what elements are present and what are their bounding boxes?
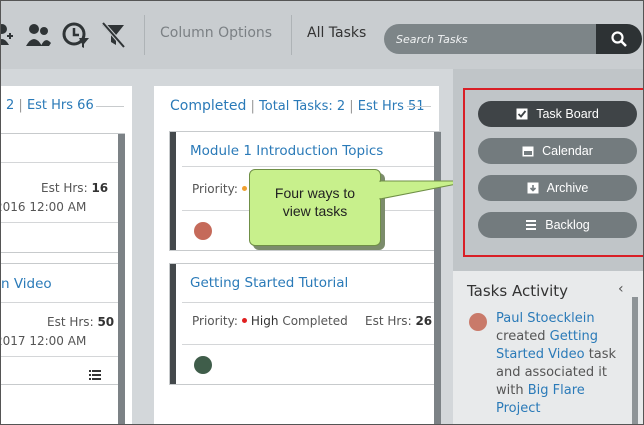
callout-line: Four ways to: [274, 185, 356, 201]
toolbar-divider: [144, 15, 145, 55]
header-divider: [96, 106, 124, 107]
card-title[interactable]: Module 1 Introduction Topics: [190, 143, 383, 159]
column-est-hours: Est Hrs 66: [26, 98, 94, 113]
activity-entry: Paul Stoecklein created Getting Started …: [496, 310, 626, 418]
card-divider: [1, 222, 124, 223]
card-est-hours: Est Hrs: 16: [41, 181, 109, 195]
card-due-date: 2016 12:00 AM: [0, 200, 87, 214]
card-title[interactable]: Getting Started Tutorial: [190, 275, 348, 291]
card-divider: [1, 302, 124, 303]
avatar[interactable]: [469, 313, 487, 331]
callout-line: view tasks: [282, 203, 348, 219]
view-button-archive[interactable]: Archive: [478, 175, 637, 201]
card-divider: [182, 344, 440, 345]
column-total-tasks: Total Tasks: 2: [259, 99, 346, 114]
search-input[interactable]: [384, 24, 596, 54]
search-icon: [611, 31, 627, 47]
column-options-button[interactable]: Column Options: [160, 25, 272, 41]
backlog-icon: [525, 214, 537, 240]
column-title: Completed: [170, 98, 247, 114]
team-icon[interactable]: [25, 21, 51, 49]
card-status: Completed: [282, 314, 348, 328]
task-card[interactable]: Getting Started Tutorial Priority: High C…: [170, 264, 440, 384]
card-divider: [182, 302, 440, 303]
calendar-icon: [522, 140, 534, 166]
view-button-label: Archive: [546, 181, 589, 195]
task-card[interactable]: n Video Est Hrs: 50 2017 12:00 AM: [0, 264, 124, 384]
column-scrollbar[interactable]: [118, 134, 125, 424]
task-board: 2 | Est Hrs 66 Est Hrs: 16 2016 12:00 AM…: [0, 69, 453, 424]
priority-dot: [241, 186, 247, 191]
avatar[interactable]: [194, 356, 212, 374]
header-divider: [407, 106, 431, 107]
all-tasks-dropdown[interactable]: All Tasks: [307, 25, 366, 41]
column-header: Completed | Total Tasks: 2 | Est Hrs 51: [170, 98, 425, 114]
toolbar-divider: [291, 15, 292, 55]
tasks-activity-panel: Tasks Activity ‹ Paul Stoecklein created…: [453, 271, 643, 424]
view-button-label: Calendar: [542, 144, 593, 158]
view-button-calendar[interactable]: Calendar: [478, 138, 637, 164]
card-est-hours: Est Hrs: 26: [365, 314, 433, 328]
view-button-label: Task Board: [536, 107, 599, 121]
card-priority: Priority:: [192, 182, 251, 196]
task-card[interactable]: Est Hrs: 16 2016 12:00 AM: [0, 134, 124, 252]
card-est-hours: Est Hrs: 50: [47, 315, 115, 329]
search-box: [384, 24, 642, 54]
activity-scrollbar[interactable]: [632, 297, 638, 424]
clear-filter-icon[interactable]: [99, 21, 126, 49]
priority-dot: [241, 318, 247, 323]
top-toolbar: Column Options All Tasks: [1, 1, 643, 69]
column-task-count: 2: [6, 98, 15, 113]
card-priority: Priority: High Completed: [192, 314, 348, 328]
chevron-left-icon[interactable]: ‹: [618, 281, 624, 297]
checkbox-icon: [516, 103, 528, 129]
assign-user-icon[interactable]: [1, 21, 21, 49]
activity-user-link[interactable]: Paul Stoecklein: [496, 311, 595, 326]
app-window: Column Options All Tasks 2 | Est Hrs 66: [0, 0, 644, 425]
view-button-backlog[interactable]: Backlog: [478, 212, 637, 238]
card-title[interactable]: n Video: [1, 276, 52, 292]
board-column-completed: Completed | Total Tasks: 2 | Est Hrs 51 …: [154, 86, 441, 424]
board-column: 2 | Est Hrs 66 Est Hrs: 16 2016 12:00 AM…: [0, 86, 132, 424]
archive-icon: [527, 177, 539, 203]
card-due-date: 2017 12:00 AM: [0, 334, 87, 348]
card-divider: [1, 356, 124, 357]
search-button[interactable]: [596, 24, 642, 54]
column-header: 2 | Est Hrs 66: [6, 98, 94, 113]
activity-verb: created: [496, 329, 546, 344]
list-icon[interactable]: [89, 365, 101, 384]
view-button-task-board[interactable]: Task Board: [478, 101, 637, 127]
avatar[interactable]: [194, 222, 212, 240]
view-button-label: Backlog: [545, 218, 590, 232]
annotation-callout: Four ways to view tasks: [249, 169, 381, 246]
history-filter-icon[interactable]: [62, 21, 89, 49]
activity-title: Tasks Activity: [467, 282, 569, 300]
card-divider: [182, 166, 440, 167]
card-divider: [1, 162, 124, 163]
